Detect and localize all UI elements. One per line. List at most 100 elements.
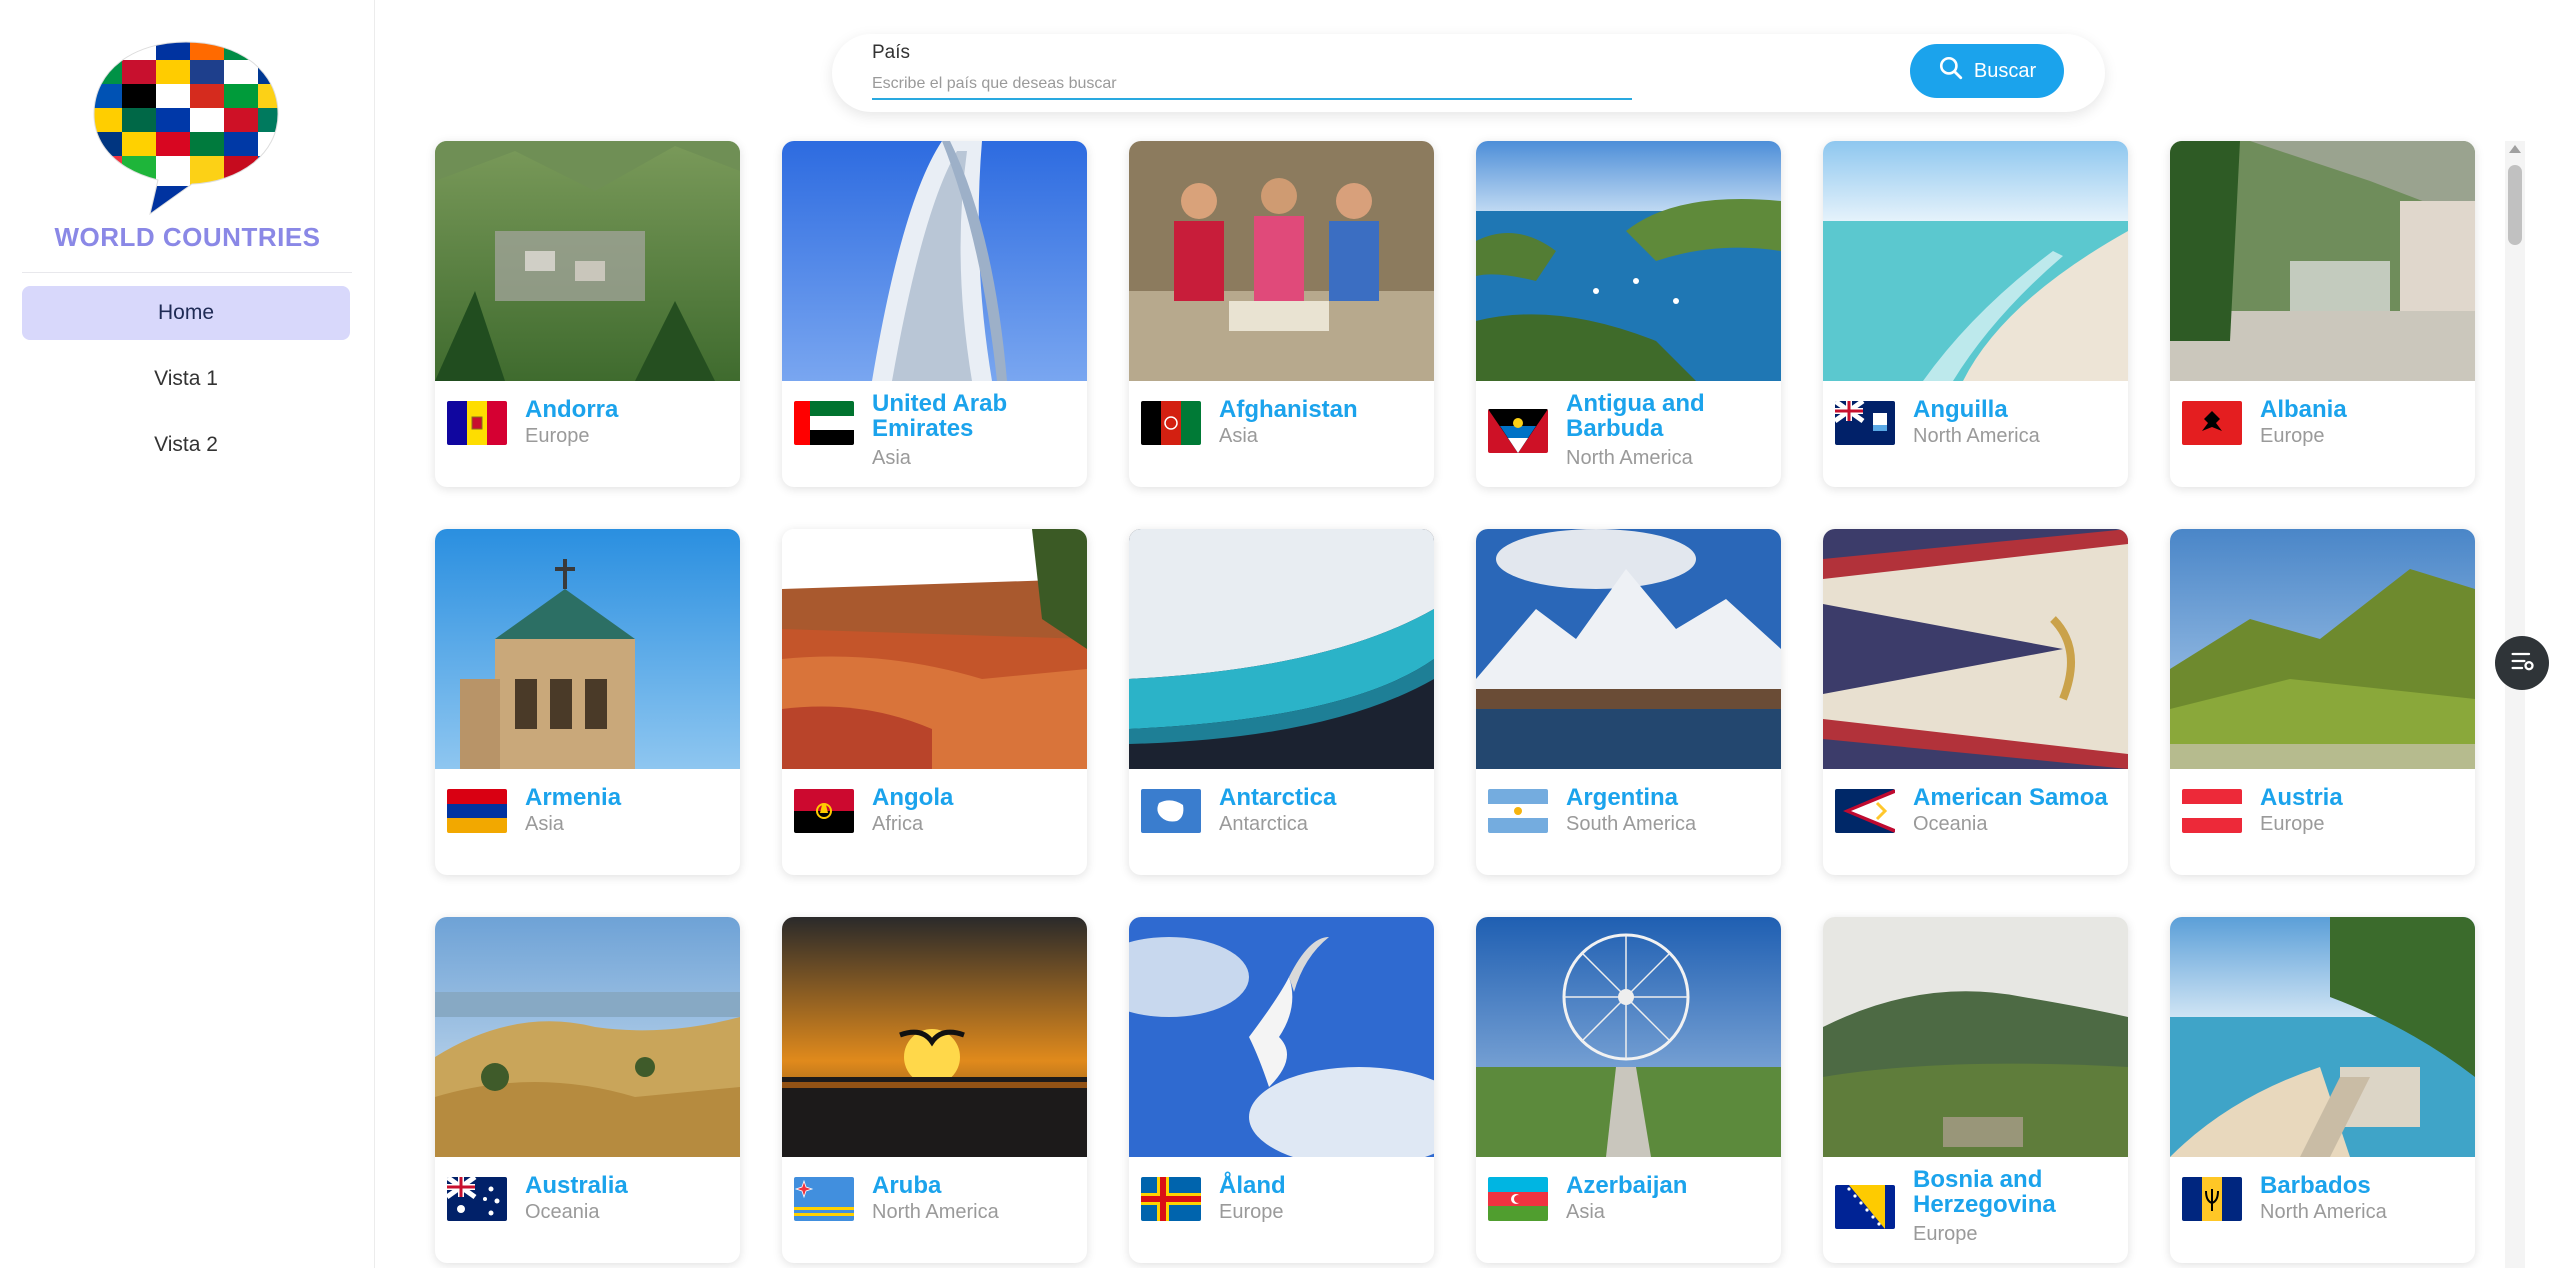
country-region: Asia bbox=[872, 447, 911, 469]
country-card-barbados[interactable]: Barbados North America bbox=[2170, 917, 2475, 1263]
country-grid: Andorra Europe United Arab Emirates Asia… bbox=[435, 141, 2475, 1268]
country-card-angola[interactable]: Angola Africa bbox=[782, 529, 1087, 875]
country-name: Åland bbox=[1219, 1172, 1286, 1199]
country-region: Europe bbox=[2260, 813, 2325, 835]
country-card-united-arab-emirates[interactable]: United Arab Emirates Asia bbox=[782, 141, 1087, 487]
country-photo bbox=[782, 529, 1087, 769]
country-name: Antigua and Barbuda bbox=[1566, 390, 1705, 442]
country-photo bbox=[782, 141, 1087, 381]
country-name: Argentina bbox=[1566, 784, 1679, 811]
country-card-antigua-and-barbuda[interactable]: Antigua and Barbuda North America bbox=[1476, 141, 1781, 487]
country-region: Asia bbox=[1566, 1201, 1605, 1223]
nav-item-home[interactable]: Home bbox=[22, 286, 350, 340]
country-name: Australia bbox=[525, 1172, 628, 1199]
country-name: Azerbaijan bbox=[1566, 1172, 1688, 1199]
country-card-bosnia-and-herzegovina[interactable]: Bosnia and Herzegovina Europe bbox=[1823, 917, 2128, 1263]
country-photo bbox=[1823, 917, 2128, 1157]
country-photo bbox=[435, 917, 740, 1157]
flag-argentina-icon bbox=[1488, 789, 1548, 833]
nav-item-vista-2[interactable]: Vista 2 bbox=[22, 418, 350, 472]
country-region: Oceania bbox=[525, 1201, 600, 1223]
country-card-armenia[interactable]: Armenia Asia bbox=[435, 529, 740, 875]
country-card-austria[interactable]: Austria Europe bbox=[2170, 529, 2475, 875]
country-photo bbox=[1476, 141, 1781, 381]
country-name: Angola bbox=[872, 784, 954, 811]
flag-australia-icon bbox=[447, 1177, 507, 1221]
flag-antarctica-icon bbox=[1141, 789, 1201, 833]
country-card-azerbaijan[interactable]: Azerbaijan Asia bbox=[1476, 917, 1781, 1263]
flag-albania-icon bbox=[2182, 401, 2242, 445]
country-region: Oceania bbox=[1913, 813, 1988, 835]
flag-united-arab-emirates-icon bbox=[794, 401, 854, 445]
country-region: North America bbox=[1566, 447, 1693, 469]
flag-afghanistan-icon bbox=[1141, 401, 1201, 445]
scroll-up-arrow-icon[interactable] bbox=[2509, 145, 2521, 153]
country-region: North America bbox=[1913, 425, 2040, 447]
country-card-american-samoa[interactable]: American Samoa Oceania bbox=[1823, 529, 2128, 875]
flag-armenia-icon bbox=[447, 789, 507, 833]
country-card-argentina[interactable]: Argentina South America bbox=[1476, 529, 1781, 875]
country-card-antarctica[interactable]: Antarctica Antarctica bbox=[1129, 529, 1434, 875]
flag-azerbaijan-icon bbox=[1488, 1177, 1548, 1221]
country-name: Aruba bbox=[872, 1172, 942, 1199]
filter-list-icon bbox=[2508, 647, 2536, 680]
country-region: North America bbox=[2260, 1201, 2387, 1223]
flag-antigua-and-barbuda-icon bbox=[1488, 409, 1548, 453]
country-name: Anguilla bbox=[1913, 396, 2008, 423]
country-name: American Samoa bbox=[1913, 784, 2108, 811]
country-name: United Arab Emirates bbox=[872, 390, 1008, 442]
country-photo bbox=[1823, 141, 2128, 381]
country-card-albania[interactable]: Albania Europe bbox=[2170, 141, 2475, 487]
flag-bosnia-and-herzegovina-icon bbox=[1835, 1185, 1895, 1229]
flag-angola-icon bbox=[794, 789, 854, 833]
country-photo bbox=[2170, 529, 2475, 769]
flag-austria-icon bbox=[2182, 789, 2242, 833]
country-region: Europe bbox=[1913, 1223, 1978, 1245]
country-photo bbox=[1129, 917, 1434, 1167]
search-icon bbox=[1938, 55, 1964, 87]
country-region: Asia bbox=[525, 813, 564, 835]
flag-andorra-icon bbox=[447, 401, 507, 445]
floating-filter-button[interactable] bbox=[2495, 636, 2549, 690]
sidebar: WORLD COUNTRIES Home Vista 1 Vista 2 bbox=[0, 0, 375, 1268]
flag-aruba-icon bbox=[794, 1177, 854, 1221]
country-name: Bosnia and Herzegovina bbox=[1913, 1166, 2056, 1218]
divider bbox=[22, 272, 352, 273]
flag-anguilla-icon bbox=[1835, 401, 1895, 445]
country-card-afghanistan[interactable]: Afghanistan Asia bbox=[1129, 141, 1434, 487]
country-photo bbox=[435, 529, 740, 769]
search-bar: País Buscar bbox=[832, 34, 2105, 112]
country-region: North America bbox=[872, 1201, 999, 1223]
grid-scrollbar[interactable] bbox=[2505, 141, 2525, 1268]
country-photo bbox=[782, 917, 1087, 1157]
country-photo bbox=[435, 141, 740, 381]
country-name: Andorra bbox=[525, 396, 619, 423]
country-name: Antarctica bbox=[1219, 784, 1337, 811]
country-name: Albania bbox=[2260, 396, 2347, 423]
country-name: Austria bbox=[2260, 784, 2343, 811]
country-photo bbox=[2170, 141, 2475, 381]
country-photo bbox=[1476, 529, 1781, 769]
flag-barbados-icon bbox=[2182, 1177, 2242, 1221]
country-region: Africa bbox=[872, 813, 924, 835]
country-region: Europe bbox=[525, 425, 590, 447]
country-name: Barbados bbox=[2260, 1172, 2371, 1199]
country-card-andorra[interactable]: Andorra Europe bbox=[435, 141, 740, 487]
country-photo bbox=[2170, 917, 2475, 1157]
country-card-australia[interactable]: Australia Oceania bbox=[435, 917, 740, 1263]
country-card-aruba[interactable]: Aruba North America bbox=[782, 917, 1087, 1263]
country-card-aland[interactable]: Åland Europe bbox=[1129, 917, 1434, 1263]
country-region: Asia bbox=[1219, 425, 1258, 447]
country-region: South America bbox=[1566, 813, 1697, 835]
country-card-anguilla[interactable]: Anguilla North America bbox=[1823, 141, 2128, 487]
nav-item-vista-1[interactable]: Vista 1 bbox=[22, 352, 350, 406]
country-name: Armenia bbox=[525, 784, 622, 811]
scroll-thumb[interactable] bbox=[2508, 165, 2522, 245]
search-input[interactable] bbox=[872, 70, 1632, 100]
search-button[interactable]: Buscar bbox=[1910, 44, 2064, 98]
app-title: WORLD COUNTRIES bbox=[54, 222, 321, 252]
country-photo bbox=[1129, 141, 1434, 381]
country-name: Afghanistan bbox=[1219, 396, 1358, 423]
world-flags-logo bbox=[88, 36, 284, 216]
country-region: Europe bbox=[2260, 425, 2325, 447]
